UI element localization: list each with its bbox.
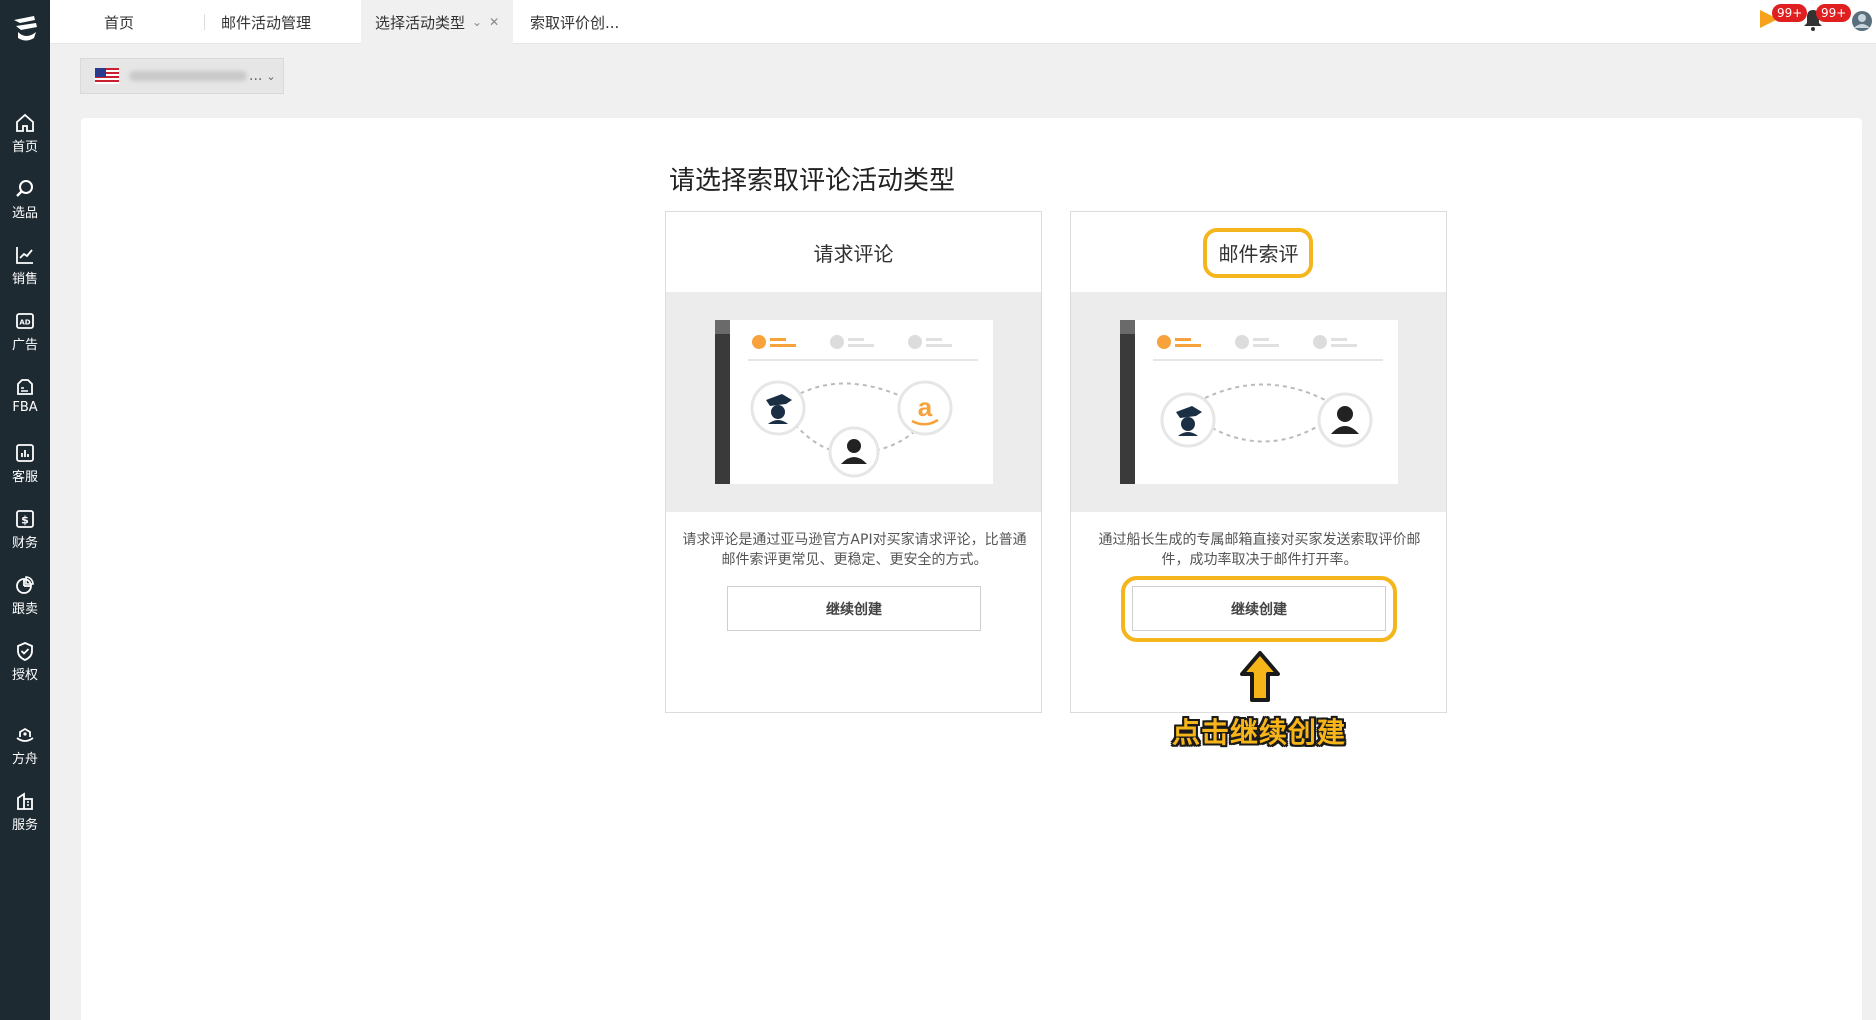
- sidebar-item-label: 方舟: [11, 752, 38, 767]
- sidebar-item-fba[interactable]: FBA: [0, 370, 50, 430]
- card-description: 请求评论是通过亚马逊官方API对买家请求评论，比普通邮件索评更常见、更稳定、更安…: [682, 532, 1027, 568]
- tab-label: 选择活动类型: [375, 13, 466, 32]
- ark-icon: [16, 727, 34, 742]
- svg-text:$: $: [21, 514, 29, 527]
- card-illustration: a: [666, 292, 1041, 512]
- tab-label: 邮件活动管理: [221, 13, 312, 32]
- tab-home[interactable]: 首页: [104, 0, 134, 44]
- sidebar-item-services[interactable]: 服务: [0, 784, 50, 844]
- sidebar-item-ark[interactable]: 方舟: [0, 718, 50, 778]
- sidebar-item-label: 选品: [11, 206, 38, 221]
- sidebar-item-selection[interactable]: 选品: [0, 172, 50, 232]
- sidebar-item-label: FBA: [12, 400, 38, 415]
- top-bar: 首页 邮件活动管理 选择活动类型 ⌄ ✕ 索取评价创... 99+ 99+: [50, 0, 1876, 44]
- illustration-mockup: [1120, 320, 1398, 484]
- sidebar-item-label: 跟卖: [11, 602, 38, 617]
- store-selector[interactable]: ... ⌄: [80, 58, 284, 94]
- tab-divider: [204, 14, 205, 30]
- bar-chart-icon: [16, 444, 34, 462]
- card-description: 通过船长生成的专属邮箱直接对买家发送索取评价邮件，成功率取决于邮件打开率。: [1098, 532, 1421, 568]
- tab-email-campaigns[interactable]: 邮件活动管理: [221, 0, 311, 44]
- sidebar-item-label: 服务: [11, 818, 38, 833]
- sidebar-item-follow-sell[interactable]: 跟卖: [0, 568, 50, 628]
- highlight-frame-title: [1203, 228, 1313, 278]
- card-title: 请求评论: [813, 241, 894, 266]
- continue-create-button[interactable]: 继续创建: [727, 586, 981, 631]
- sidebar-item-ads[interactable]: AD 广告: [0, 304, 50, 364]
- shield-check-icon: [17, 642, 33, 661]
- avatar[interactable]: [1850, 10, 1874, 32]
- tab-select-activity-type[interactable]: 选择活动类型 ⌄ ✕: [361, 0, 514, 44]
- building-icon: [17, 792, 33, 810]
- sidebar-item-service[interactable]: 客服: [0, 436, 50, 496]
- dollar-icon: $: [16, 510, 34, 528]
- illustration-mockup: a: [715, 320, 993, 484]
- close-icon[interactable]: ✕: [489, 15, 499, 29]
- annotation-text: 点击继续创建: [1172, 716, 1347, 749]
- sidebar-item-label: 广告: [11, 338, 38, 353]
- card-request-review: 请求评论 a 请求评论是通过亚马逊官方API对买家请求评论，比普通邮件索评更常见…: [665, 211, 1042, 713]
- notification-badge: 99+: [1816, 4, 1852, 22]
- sidebar: 首页 选品 销售 AD 广告 FBA 客服 $ 财务 跟卖 授权 方舟 服务: [0, 0, 50, 1020]
- sidebar-item-finance[interactable]: $ 财务: [0, 502, 50, 562]
- tab-label: 索取评价创...: [530, 13, 620, 32]
- sidebar-item-authorize[interactable]: 授权: [0, 634, 50, 694]
- sidebar-item-sales[interactable]: 销售: [0, 238, 50, 298]
- highlight-frame-button: [1121, 576, 1397, 642]
- ad-icon: AD: [16, 313, 34, 329]
- tab-label: 首页: [104, 13, 135, 32]
- chevron-down-icon[interactable]: ⌄: [472, 15, 482, 29]
- pie-chart-icon: [16, 576, 34, 594]
- tab-review-create[interactable]: 索取评价创...: [530, 0, 619, 44]
- box-icon: [17, 379, 33, 395]
- store-name-ellipsis: ...: [249, 68, 263, 84]
- arrow-up-icon: [1240, 651, 1280, 702]
- logo-icon[interactable]: [8, 10, 42, 44]
- home-icon: [16, 113, 34, 132]
- us-flag-icon: [95, 68, 119, 84]
- sidebar-item-label: 客服: [11, 470, 38, 485]
- svg-text:a: a: [918, 392, 933, 422]
- sidebar-item-home[interactable]: 首页: [0, 106, 50, 166]
- top-icons: 99+ 99+: [1756, 4, 1876, 40]
- card-illustration: [1071, 292, 1446, 512]
- sidebar-item-label: 首页: [11, 140, 38, 155]
- sidebar-item-label: 销售: [11, 272, 38, 287]
- search-icon: [16, 180, 33, 197]
- sidebar-item-label: 财务: [11, 536, 38, 551]
- store-name-redacted: [129, 71, 247, 81]
- chevron-down-icon: ⌄: [266, 69, 276, 83]
- sidebar-item-label: 授权: [11, 668, 38, 683]
- page-title: 请选择索取评论活动类型: [669, 166, 956, 196]
- svg-text:AD: AD: [19, 319, 30, 327]
- chart-line-icon: [16, 247, 33, 264]
